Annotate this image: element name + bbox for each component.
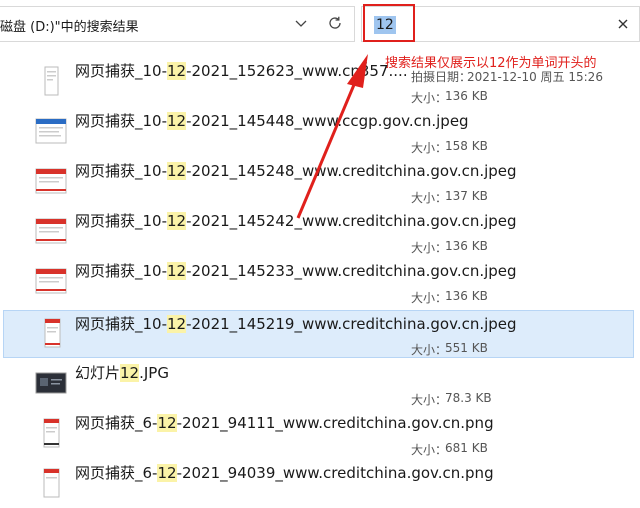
file-name: 网页捕获_10-12-2021_145233_www.creditchina.g… <box>75 262 517 280</box>
document-thumbnail-icon <box>43 468 60 498</box>
list-item-selected[interactable]: 网页捕获_10-12-2021_145219_www.creditchina.g… <box>3 310 634 358</box>
size-label: 大小： <box>411 393 448 407</box>
list-item[interactable]: 网页捕获_10-12-2021_152623_www.cn3̈57.... 拍摄… <box>3 58 634 106</box>
webpage-thumbnail-icon <box>35 118 67 144</box>
highlight-box <box>363 4 415 42</box>
refresh-icon[interactable] <box>327 15 343 31</box>
list-item[interactable]: 网页捕获_6-12-2021_94039_www.creditchina.gov… <box>3 460 634 508</box>
slide-thumbnail-icon <box>35 372 67 394</box>
file-name: 网页捕获_10-12-2021_145242_www.creditchina.g… <box>75 212 517 230</box>
list-item[interactable]: 网页捕获_10-12-2021_145233_www.creditchina.g… <box>3 258 634 306</box>
size-value: 158 KB <box>445 139 488 153</box>
file-name: 网页捕获_10-12-2021_145219_www.creditchina.g… <box>75 315 517 333</box>
size-label: 大小： <box>411 91 448 105</box>
file-name: 网页捕获_10-12-2021_145448_www.ccgp.gov.cn.j… <box>75 112 469 130</box>
file-name: 网页捕获_6-12-2021_94111_www.creditchina.gov… <box>75 414 494 432</box>
size-value: 136 KB <box>445 289 488 303</box>
size-value: 78.3 KB <box>445 391 492 405</box>
list-item[interactable]: 网页捕获_6-12-2021_94111_www.creditchina.gov… <box>3 410 634 458</box>
address-path[interactable]: 磁盘 (D:)"中的搜索结果 <box>0 16 139 35</box>
list-item[interactable]: 网页捕获_10-12-2021_145248_www.creditchina.g… <box>3 158 634 206</box>
close-icon[interactable] <box>616 17 630 31</box>
size-label: 大小： <box>411 343 448 357</box>
file-name: 网页捕获_10-12-2021_152623_www.cn3̈57.... <box>75 62 408 80</box>
webpage-thumbnail-icon <box>35 218 67 244</box>
list-item[interactable]: 网页捕获_10-12-2021_145448_www.ccgp.gov.cn.j… <box>3 108 634 156</box>
size-label: 大小： <box>411 241 448 255</box>
file-name: 网页捕获_10-12-2021_145248_www.creditchina.g… <box>75 162 517 180</box>
date-value: 2021-12-10 周五 15:26 <box>467 70 603 84</box>
size-value: 136 KB <box>445 239 488 253</box>
webpage-thumbnail-icon <box>35 168 67 194</box>
file-name: 幻灯片12.JPG <box>75 364 169 382</box>
document-thumbnail-icon <box>44 66 59 96</box>
size-label: 大小： <box>411 191 448 205</box>
document-thumbnail-icon <box>43 418 60 448</box>
list-item[interactable]: 幻灯片12.JPG 大小： 78.3 KB <box>3 360 634 408</box>
address-bar[interactable]: 磁盘 (D:)"中的搜索结果 <box>0 6 355 42</box>
size-value: 681 KB <box>445 441 488 455</box>
date-label: 拍摄日期： <box>411 70 472 84</box>
document-thumbnail-icon <box>44 318 61 348</box>
size-value: 551 KB <box>445 341 488 355</box>
toolbar: 磁盘 (D:)"中的搜索结果 12 <box>0 0 640 50</box>
webpage-thumbnail-icon <box>35 268 67 294</box>
list-item[interactable]: 网页捕获_10-12-2021_145242_www.creditchina.g… <box>3 208 634 256</box>
size-label: 大小： <box>411 141 448 155</box>
size-label: 大小： <box>411 291 448 305</box>
chevron-down-icon[interactable] <box>293 15 309 31</box>
size-value: 136 KB <box>445 89 488 103</box>
size-value: 137 KB <box>445 189 488 203</box>
size-label: 大小： <box>411 443 448 457</box>
